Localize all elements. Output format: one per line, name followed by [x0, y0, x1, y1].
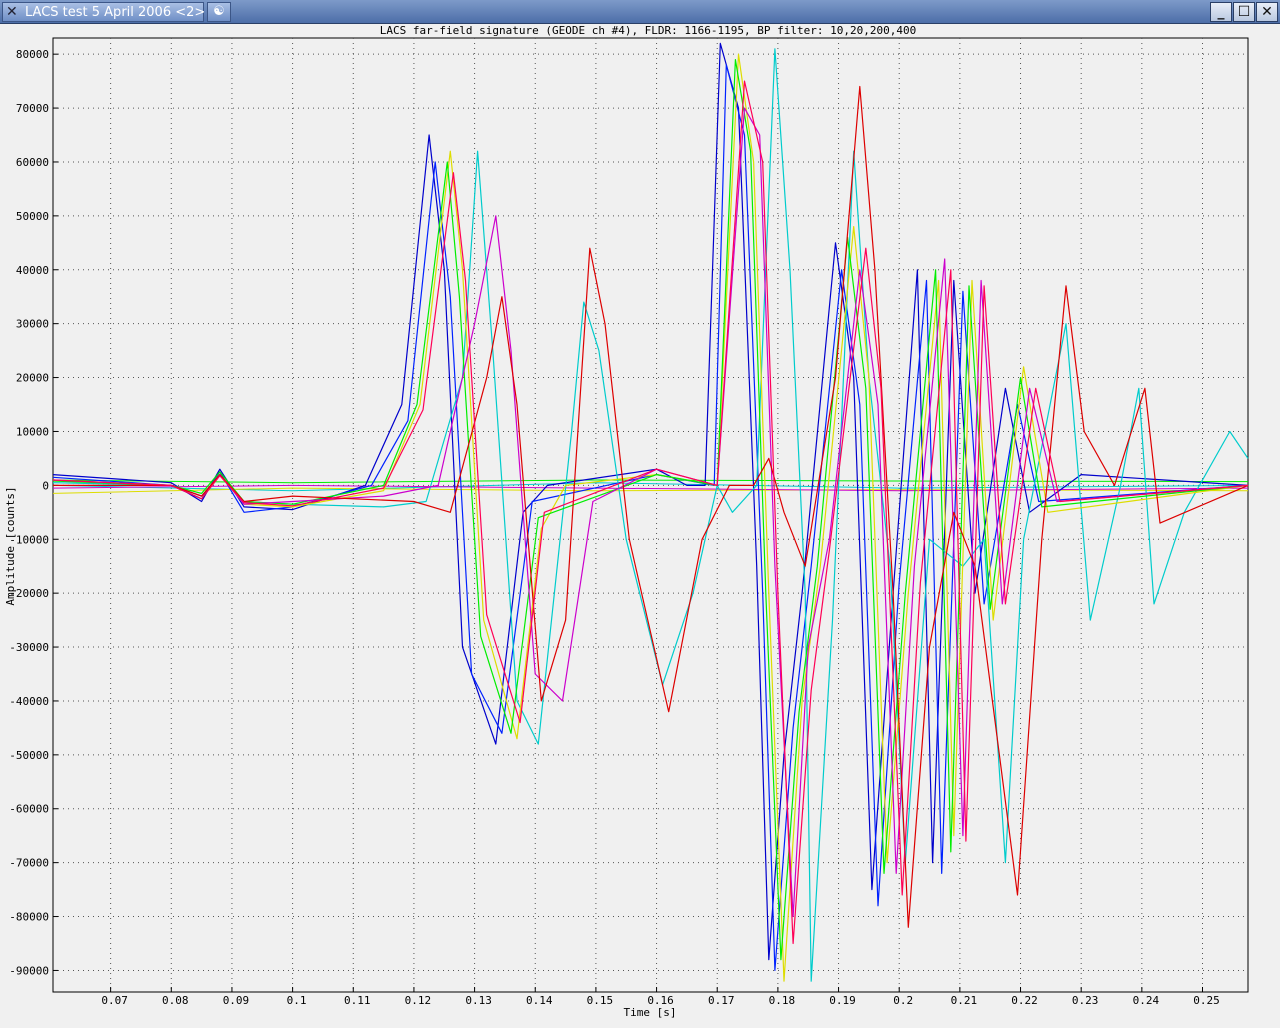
x-tick-label: 0.23	[1072, 994, 1099, 1007]
y-tick-label: -50000	[9, 749, 49, 762]
plot-area: LACS far-field signature (GEODE ch #4), …	[0, 24, 1280, 1024]
y-tick-label: 80000	[16, 48, 49, 61]
y-tick-label: 60000	[16, 156, 49, 169]
x-tick-label: 0.1	[287, 994, 307, 1007]
chart-title: LACS far-field signature (GEODE ch #4), …	[380, 24, 916, 37]
y-tick-label: -80000	[9, 911, 49, 924]
y-tick-label: -60000	[9, 803, 49, 816]
x-tick-label: 0.21	[951, 994, 978, 1007]
y-tick-label: 40000	[16, 264, 49, 277]
x-tick-label: 0.18	[769, 994, 796, 1007]
y-tick-label: 30000	[16, 318, 49, 331]
window-title-tab[interactable]: ✕ LACS test 5 April 2006 <2>	[2, 2, 206, 22]
x-tick-label: 0.25	[1193, 994, 1220, 1007]
x-tick-label: 0.19	[829, 994, 856, 1007]
maximize-button[interactable]: ☐	[1233, 2, 1255, 22]
window-menu-icon[interactable]: ✕	[6, 4, 18, 20]
x-axis-label: Time [s]	[624, 1006, 677, 1019]
y-axis-label: Amplitude [counts]	[4, 486, 17, 605]
x-tick-label: 0.15	[587, 994, 614, 1007]
y-tick-label: -90000	[9, 964, 49, 977]
y-tick-label: -40000	[9, 695, 49, 708]
x-tick-label: 0.22	[1011, 994, 1038, 1007]
y-tick-label: 20000	[16, 372, 49, 385]
x-tick-label: 0.12	[405, 994, 432, 1007]
window-titlebar[interactable]: ✕ LACS test 5 April 2006 <2> ☯ _ ☐ ✕	[0, 0, 1280, 24]
minimize-button[interactable]: _	[1210, 2, 1232, 22]
y-tick-label: 50000	[16, 210, 49, 223]
y-tick-label: 10000	[16, 425, 49, 438]
close-button[interactable]: ✕	[1256, 2, 1278, 22]
x-tick-label: 0.13	[465, 994, 492, 1007]
x-tick-label: 0.14	[526, 994, 553, 1007]
x-tick-label: 0.17	[708, 994, 735, 1007]
waveform-chart: LACS far-field signature (GEODE ch #4), …	[4, 24, 1249, 1019]
x-tick-label: 0.24	[1133, 994, 1160, 1007]
x-tick-label: 0.07	[101, 994, 128, 1007]
x-tick-label: 0.09	[223, 994, 250, 1007]
y-tick-label: -30000	[9, 641, 49, 654]
y-tick-label: 70000	[16, 102, 49, 115]
y-tick-label: -70000	[9, 857, 49, 870]
x-tick-label: 0.2	[893, 994, 913, 1007]
window-title: LACS test 5 April 2006 <2>	[25, 5, 206, 20]
x-tick-label: 0.08	[162, 994, 189, 1007]
x-tick-label: 0.11	[344, 994, 371, 1007]
app-icon[interactable]: ☯	[207, 2, 231, 22]
y-tick-label: 0	[42, 479, 49, 492]
